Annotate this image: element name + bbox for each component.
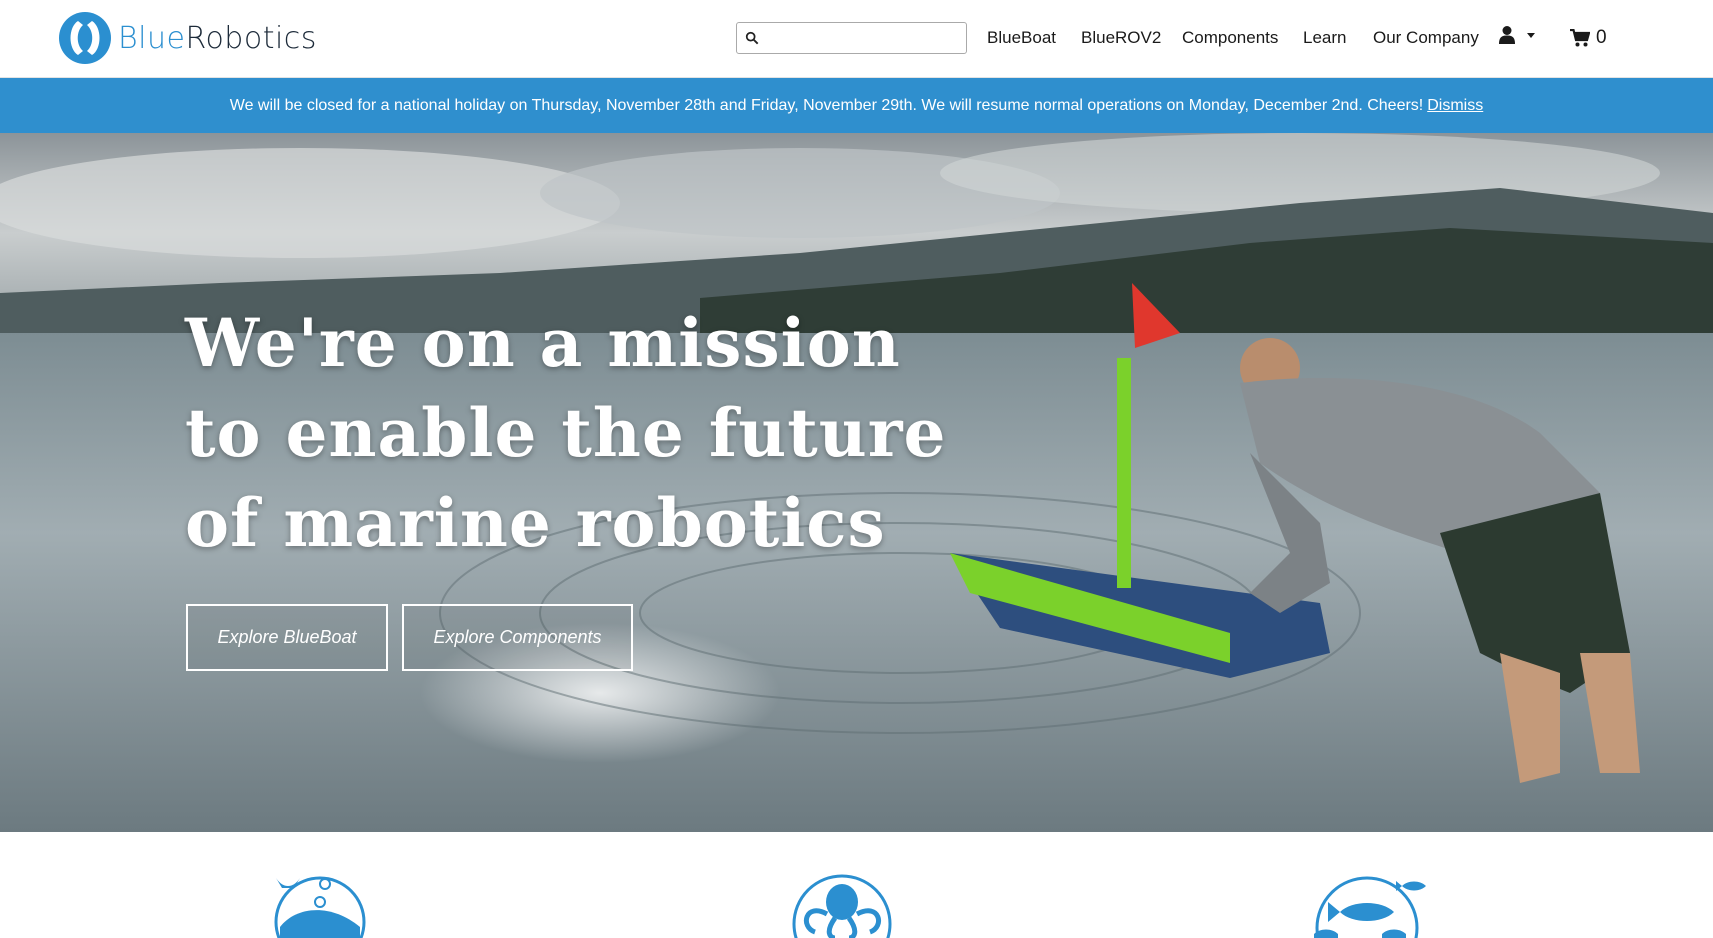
search-icon <box>745 31 759 45</box>
account-menu[interactable] <box>1498 25 1536 45</box>
nav-components[interactable]: Components <box>1182 26 1278 50</box>
logo-wordmark: BlueRobotics <box>118 21 317 56</box>
whale-icon <box>274 876 366 938</box>
hero-title: We're on a mission to enable the future … <box>185 298 947 568</box>
hero-title-line: of marine robotics <box>185 484 886 562</box>
search-input[interactable] <box>765 24 966 52</box>
logo-text-blue: Blue <box>118 20 186 56</box>
nav-learn[interactable]: Learn <box>1303 26 1346 50</box>
holiday-banner: We will be closed for a national holiday… <box>0 78 1713 133</box>
fish-icon <box>1314 876 1426 938</box>
cart-icon <box>1570 29 1590 47</box>
nav-bluerov2[interactable]: BlueROV2 <box>1081 26 1161 50</box>
explore-blueboat-button[interactable]: Explore BlueBoat <box>186 604 388 671</box>
brand-logo[interactable]: BlueRobotics <box>56 9 317 67</box>
cart-count: 0 <box>1596 27 1607 48</box>
cart-button[interactable]: 0 <box>1570 27 1607 49</box>
site-header: BlueRobotics BlueBoat BlueROV2 Component… <box>0 0 1713 78</box>
banner-message: We will be closed for a national holiday… <box>229 96 1424 114</box>
nav-our-company[interactable]: Our Company <box>1373 26 1479 50</box>
caret-down-icon <box>1527 33 1535 38</box>
logo-text-robotics: Robotics <box>185 20 317 56</box>
octopus-icon <box>792 874 892 938</box>
explore-components-button[interactable]: Explore Components <box>402 604 633 671</box>
hero-section: We're on a mission to enable the future … <box>0 133 1713 832</box>
nav-blueboat[interactable]: BlueBoat <box>987 26 1056 50</box>
hero-title-line: We're on a mission <box>185 304 901 382</box>
search-box[interactable] <box>736 22 967 54</box>
dismiss-link[interactable]: Dismiss <box>1427 97 1483 115</box>
hero-title-line: to enable the future <box>185 394 947 472</box>
logo-mark-icon <box>59 12 111 64</box>
user-icon <box>1499 26 1515 44</box>
